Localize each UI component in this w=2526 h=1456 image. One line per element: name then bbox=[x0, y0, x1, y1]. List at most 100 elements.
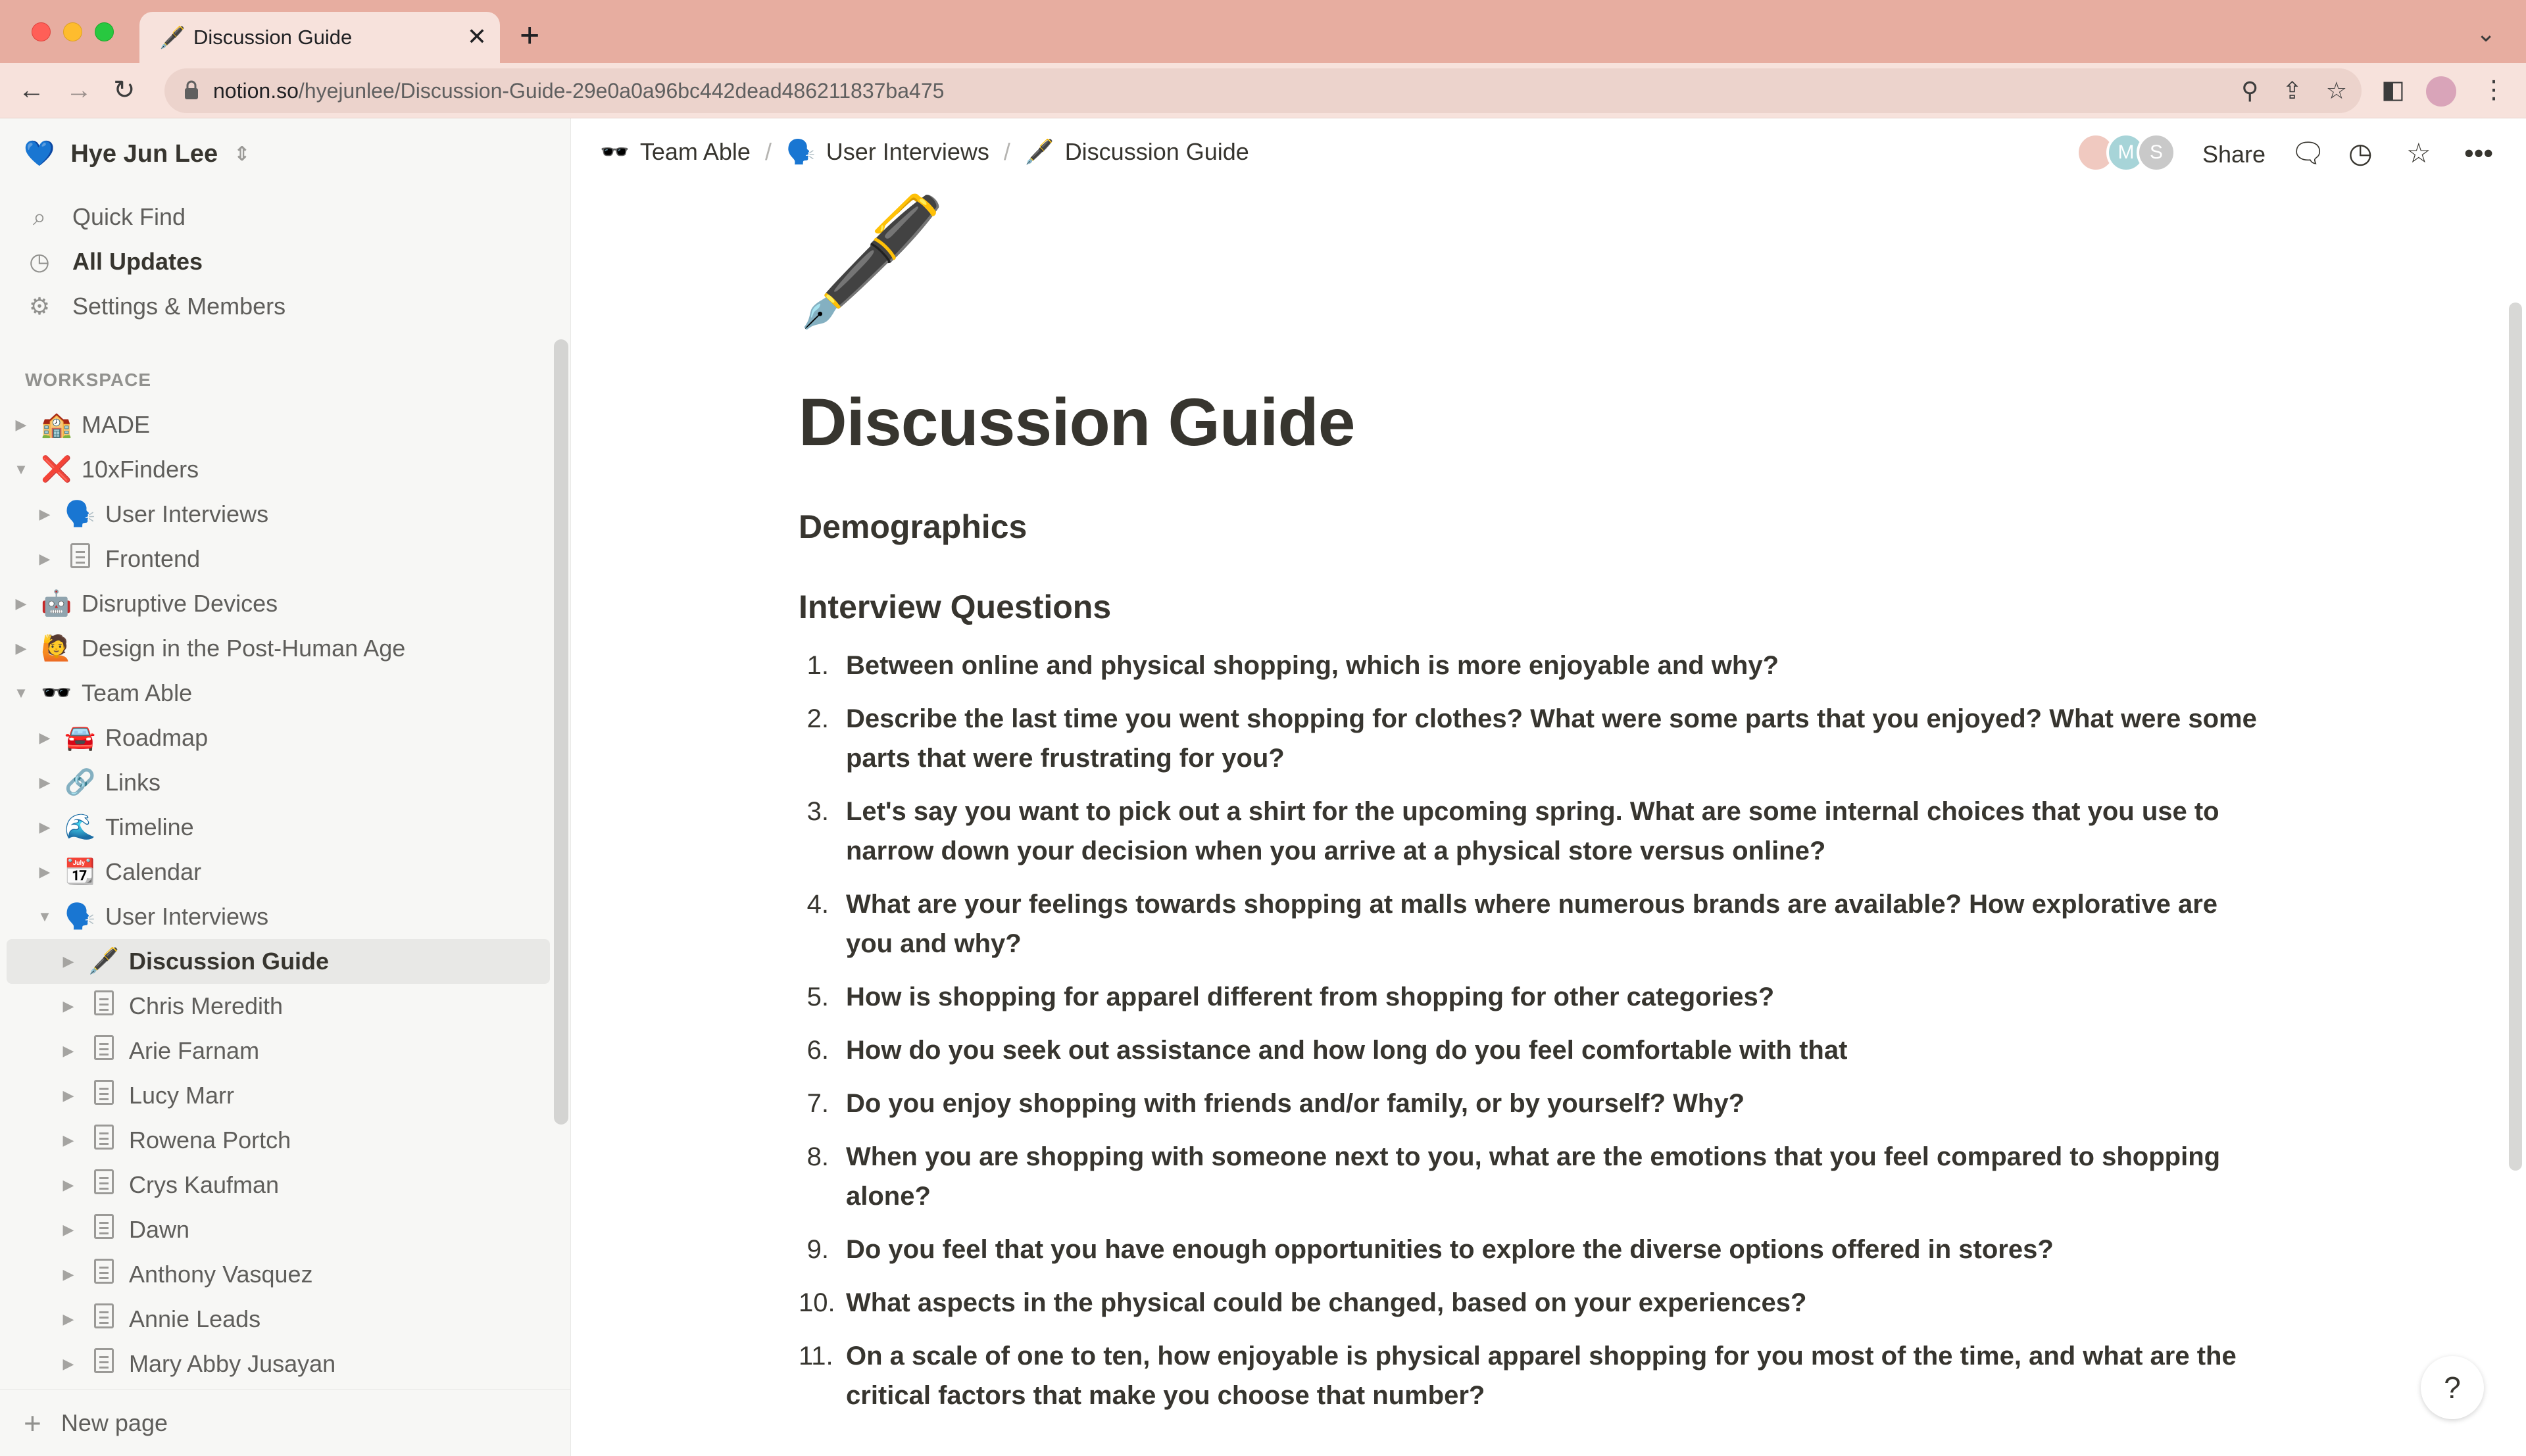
fountain-pen-icon[interactable]: 🖋️ bbox=[795, 192, 949, 330]
back-arrow-icon[interactable]: ← bbox=[18, 74, 45, 107]
caret-down-icon[interactable]: ▼ bbox=[9, 685, 33, 702]
heading-demographics[interactable]: Demographics bbox=[799, 508, 1027, 546]
share-button[interactable]: Share bbox=[2202, 141, 2266, 168]
sidebar-item-label: Chris Meredith bbox=[129, 992, 284, 1019]
avatar[interactable]: S bbox=[2137, 133, 2176, 172]
caret-right-icon[interactable]: ▶ bbox=[57, 998, 80, 1015]
list-item[interactable]: 4. What are your feelings towards shoppin… bbox=[799, 885, 2266, 963]
sidebar-item[interactable]: ▶ 🙋 Design in the Post-Human Age bbox=[7, 626, 550, 671]
caret-down-icon[interactable]: ▼ bbox=[9, 461, 33, 478]
caret-right-icon[interactable]: ▶ bbox=[57, 1042, 80, 1059]
share-page-icon[interactable]: ⇪ bbox=[2283, 76, 2302, 105]
sidebar-item[interactable]: ▶ Lucy Marr bbox=[7, 1073, 550, 1118]
heading-interview-questions[interactable]: Interview Questions bbox=[799, 588, 1111, 626]
caret-right-icon[interactable]: ▶ bbox=[33, 819, 57, 836]
breadcrumb-user-interviews[interactable]: 🗣️ User Interviews bbox=[786, 138, 989, 166]
list-item[interactable]: 9. Do you feel that you have enough oppor… bbox=[799, 1230, 2266, 1269]
list-number: 4. bbox=[806, 890, 829, 919]
more-options-icon[interactable]: ••• bbox=[2464, 138, 2493, 168]
sidebar-item[interactable]: ▶ Rowena Portch bbox=[7, 1118, 550, 1163]
all-updates-button[interactable]: ◷ All Updates bbox=[26, 239, 285, 284]
sidebar-item[interactable]: ▶ Dawn bbox=[7, 1207, 550, 1252]
tab-search-chevron-icon[interactable]: ⌄ bbox=[2476, 20, 2496, 47]
sidebar-item[interactable]: ▼ ❌ 10xFinders bbox=[7, 447, 550, 492]
caret-right-icon[interactable]: ▶ bbox=[33, 506, 57, 523]
comments-icon[interactable]: 🗨 bbox=[2291, 138, 2325, 168]
sidebar-item[interactable]: ▶ Arie Farnam bbox=[7, 1029, 550, 1073]
zoom-icon[interactable]: ⚲ bbox=[2241, 76, 2258, 105]
bookmark-star-icon[interactable]: ☆ bbox=[2326, 76, 2347, 105]
sidebar-item[interactable]: ▶ 🤖 Disruptive Devices bbox=[7, 581, 550, 626]
sidebar-item[interactable]: ▶ Anthony Vasquez bbox=[7, 1252, 550, 1297]
new-page-button[interactable]: + New page bbox=[0, 1389, 571, 1456]
browser-tab-active[interactable]: 🖋️ Discussion Guide ✕ bbox=[139, 12, 500, 63]
caret-right-icon[interactable]: ▶ bbox=[33, 550, 57, 568]
sidebar-item[interactable]: ▶ Crys Kaufman bbox=[7, 1163, 550, 1207]
caret-right-icon[interactable]: ▶ bbox=[57, 1087, 80, 1104]
history-clock-icon[interactable]: ◷ bbox=[2348, 138, 2373, 168]
sidebar-item[interactable]: ▶ 📆 Calendar bbox=[7, 850, 550, 894]
caret-right-icon[interactable]: ▶ bbox=[57, 1221, 80, 1238]
caret-right-icon[interactable]: ▶ bbox=[57, 953, 80, 970]
close-tab-icon[interactable]: ✕ bbox=[467, 24, 487, 50]
collaborator-avatars[interactable]: M S bbox=[2076, 133, 2176, 175]
breadcrumb-team-able[interactable]: 🕶️ Team Able bbox=[600, 138, 751, 166]
list-item[interactable]: 11. On a scale of one to ten, how enjoyab… bbox=[799, 1336, 2266, 1415]
caret-right-icon[interactable]: ▶ bbox=[33, 774, 57, 791]
sidebar-item[interactable]: ▼ 🗣️ User Interviews bbox=[7, 894, 550, 939]
caret-right-icon[interactable]: ▶ bbox=[57, 1311, 80, 1328]
list-item[interactable]: 1. Between online and physical shopping, … bbox=[799, 646, 2266, 685]
side-panel-icon[interactable]: ◧ bbox=[2381, 75, 2405, 105]
minimize-window-button[interactable] bbox=[63, 22, 82, 41]
list-item[interactable]: 3. Let's say you want to pick out a shirt… bbox=[799, 792, 2266, 871]
workspace-switcher[interactable]: 💙 Hye Jun Lee ⇕ bbox=[24, 139, 250, 168]
new-tab-button[interactable]: + bbox=[520, 17, 539, 54]
caret-right-icon[interactable]: ▶ bbox=[57, 1266, 80, 1283]
help-button[interactable]: ? bbox=[2421, 1356, 2484, 1419]
sidebar-item[interactable]: ▶ 🗣️ User Interviews bbox=[7, 492, 550, 537]
sidebar-item[interactable]: ▶ Frontend bbox=[7, 537, 550, 581]
breadcrumb-discussion-guide[interactable]: 🖋️ Discussion Guide bbox=[1025, 138, 1249, 166]
sidebar-item[interactable]: ▶ Annie Leads bbox=[7, 1297, 550, 1342]
caret-right-icon[interactable]: ▶ bbox=[57, 1132, 80, 1149]
browser-menu-icon[interactable]: ⋮ bbox=[2481, 75, 2506, 105]
close-window-button[interactable] bbox=[32, 22, 51, 41]
sidebar-item[interactable]: ▶ 🔗 Links bbox=[7, 760, 550, 805]
address-bar[interactable]: notion.so/hyejunlee/Discussion-Guide-29e… bbox=[164, 68, 2362, 113]
caret-right-icon[interactable]: ▶ bbox=[57, 1177, 80, 1194]
caret-right-icon[interactable]: ▶ bbox=[9, 640, 33, 657]
sidebar-item[interactable]: ▶ 🌊 Timeline bbox=[7, 805, 550, 850]
sidebar-item[interactable]: ▶ 🖋️ Discussion Guide bbox=[7, 939, 550, 984]
list-item[interactable]: 10. What aspects in the physical could be… bbox=[799, 1283, 2266, 1323]
list-item[interactable]: 5. How is shopping for apparel different … bbox=[799, 977, 2266, 1017]
caret-right-icon[interactable]: ▶ bbox=[57, 1355, 80, 1372]
quick-find-button[interactable]: ⌕ Quick Find bbox=[26, 195, 285, 239]
sidebar-scrollbar[interactable] bbox=[554, 339, 568, 1125]
reload-icon[interactable]: ↻ bbox=[113, 74, 136, 107]
list-item[interactable]: 2. Describe the last time you went shoppi… bbox=[799, 699, 2266, 778]
page-title[interactable]: Discussion Guide bbox=[799, 384, 1356, 461]
caret-down-icon[interactable]: ▼ bbox=[33, 908, 57, 925]
favorite-star-icon[interactable]: ☆ bbox=[2406, 138, 2431, 168]
fountain-pen-icon: 🖋️ bbox=[159, 26, 186, 49]
settings-members-button[interactable]: ⚙ Settings & Members bbox=[26, 284, 285, 329]
list-number: 2. bbox=[806, 704, 829, 733]
main-scrollbar[interactable] bbox=[2509, 303, 2522, 1171]
profile-avatar[interactable] bbox=[2426, 76, 2456, 107]
sidebar-item[interactable]: ▶ 🏫 MADE bbox=[7, 402, 550, 447]
caret-right-icon[interactable]: ▶ bbox=[9, 416, 33, 433]
maximize-window-button[interactable] bbox=[95, 22, 114, 41]
sidebar-item[interactable]: ▼ 🕶️ Team Able bbox=[7, 671, 550, 716]
forward-arrow-icon[interactable]: → bbox=[66, 74, 92, 107]
sidebar-item[interactable]: ▶ 🚘 Roadmap bbox=[7, 716, 550, 760]
list-item[interactable]: 8. When you are shopping with someone nex… bbox=[799, 1137, 2266, 1216]
caret-right-icon[interactable]: ▶ bbox=[9, 595, 33, 612]
sidebar-item[interactable]: ▶ Mary Abby Jusayan bbox=[7, 1342, 550, 1386]
caret-right-icon[interactable]: ▶ bbox=[33, 863, 57, 881]
caret-right-icon[interactable]: ▶ bbox=[33, 729, 57, 746]
list-item[interactable]: 7. Do you enjoy shopping with friends and… bbox=[799, 1084, 2266, 1123]
sidebar-item[interactable]: ▶ Chris Meredith bbox=[7, 984, 550, 1029]
sidebar-item-label: Timeline bbox=[105, 813, 194, 840]
url-text[interactable]: notion.so/hyejunlee/Discussion-Guide-29e… bbox=[213, 78, 944, 104]
list-item[interactable]: 6. How do you seek out assistance and how… bbox=[799, 1031, 2266, 1070]
